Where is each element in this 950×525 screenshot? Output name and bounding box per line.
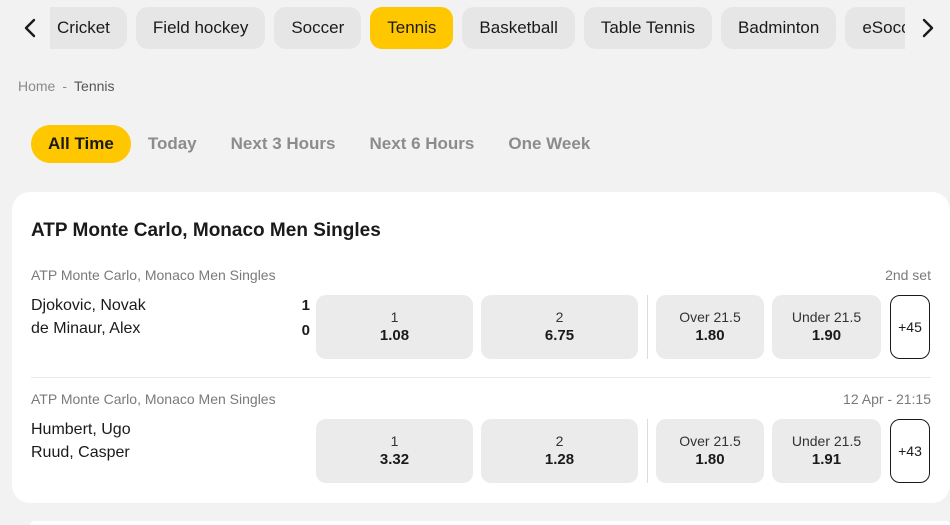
away-player: Ruud, Casper xyxy=(31,444,130,461)
odd-button-home[interactable]: 1 1.08 xyxy=(316,295,473,359)
breadcrumb-home[interactable]: Home xyxy=(18,78,55,94)
more-markets-button[interactable]: +45 xyxy=(890,295,930,359)
odd-label: 2 xyxy=(555,433,564,449)
home-player: Humbert, Ugo xyxy=(31,421,131,438)
odd-value: 3.32 xyxy=(379,451,410,468)
competition-title: ATP Monte Carlo, Monaco Men Singles xyxy=(31,220,381,241)
odd-value: 1.90 xyxy=(811,327,842,344)
match-league: ATP Monte Carlo, Monaco Men Singles xyxy=(31,391,276,407)
sport-tab-basketball[interactable]: Basketball xyxy=(462,7,575,49)
filter-next-6-hours[interactable]: Next 6 Hours xyxy=(353,125,492,163)
odd-button-away[interactable]: 2 6.75 xyxy=(481,295,638,359)
sport-tab-cricket[interactable]: Cricket xyxy=(50,7,127,49)
sport-tab-tennis[interactable]: Tennis xyxy=(370,7,454,49)
filter-next-3-hours[interactable]: Next 3 Hours xyxy=(214,125,353,163)
home-score: 1 xyxy=(301,297,310,314)
match-status: 12 Apr - 21:15 xyxy=(843,391,931,407)
filter-all-time[interactable]: All Time xyxy=(31,125,131,163)
sport-tab-soccer[interactable]: Soccer xyxy=(274,7,362,49)
match-row[interactable]: ATP Monte Carlo, Monaco Men Singles 2nd … xyxy=(31,262,950,386)
next-card-edge xyxy=(30,521,950,525)
breadcrumb-separator: - xyxy=(62,78,68,94)
odd-button-over[interactable]: Over 21.5 1.80 xyxy=(656,419,764,483)
match-divider xyxy=(31,377,931,378)
filter-one-week[interactable]: One Week xyxy=(491,125,607,163)
odd-label: Under 21.5 xyxy=(791,433,862,449)
odd-label: Over 21.5 xyxy=(679,433,741,449)
time-filters: All Time Today Next 3 Hours Next 6 Hours… xyxy=(31,125,607,163)
odd-label: Over 21.5 xyxy=(679,309,741,325)
odd-value: 1.08 xyxy=(379,327,410,344)
chevron-right-icon xyxy=(922,18,933,38)
match-row[interactable]: ATP Monte Carlo, Monaco Men Singles 12 A… xyxy=(31,386,950,510)
odd-button-under[interactable]: Under 21.5 1.90 xyxy=(772,295,881,359)
odd-value: 1.80 xyxy=(695,451,725,468)
odd-label: 1 xyxy=(390,433,399,449)
odd-button-away[interactable]: 2 1.28 xyxy=(481,419,638,483)
sport-tab-esoccer[interactable]: eSoccer xyxy=(845,7,910,49)
scroll-right-button[interactable] xyxy=(905,7,950,49)
sport-tab-table-tennis[interactable]: Table Tennis xyxy=(583,7,713,49)
odd-button-over[interactable]: Over 21.5 1.80 xyxy=(656,295,764,359)
odd-button-home[interactable]: 1 3.32 xyxy=(316,419,473,483)
sport-tab-field-hockey[interactable]: Field hockey xyxy=(135,7,266,49)
odd-label: 2 xyxy=(555,309,564,325)
market-divider xyxy=(647,295,648,359)
odd-button-under[interactable]: Under 21.5 1.91 xyxy=(772,419,881,483)
away-player: de Minaur, Alex xyxy=(31,320,141,337)
odd-value: 1.91 xyxy=(811,451,842,468)
breadcrumb: Home - Tennis xyxy=(18,78,115,94)
home-player: Djokovic, Novak xyxy=(31,297,146,314)
more-markets-button[interactable]: +43 xyxy=(890,419,930,483)
odd-label: Under 21.5 xyxy=(791,309,862,325)
odd-label: 1 xyxy=(390,309,399,325)
sport-tab-badminton[interactable]: Badminton xyxy=(721,7,837,49)
match-league: ATP Monte Carlo, Monaco Men Singles xyxy=(31,267,276,283)
breadcrumb-current: Tennis xyxy=(74,78,115,94)
match-status: 2nd set xyxy=(885,267,931,283)
sports-nav: Cricket Field hockey Soccer Tennis Baske… xyxy=(0,0,950,57)
odd-value: 1.80 xyxy=(695,327,725,344)
market-divider xyxy=(647,419,648,483)
away-score: 0 xyxy=(301,322,310,339)
chevron-left-icon xyxy=(24,18,36,38)
odd-value: 1.28 xyxy=(544,451,575,468)
odd-value: 6.75 xyxy=(544,327,575,344)
competition-card: ATP Monte Carlo, Monaco Men Singles ATP … xyxy=(12,192,950,503)
filter-today[interactable]: Today xyxy=(131,125,214,163)
sports-track: Cricket Field hockey Soccer Tennis Baske… xyxy=(50,7,910,49)
scroll-left-button[interactable] xyxy=(10,7,50,49)
